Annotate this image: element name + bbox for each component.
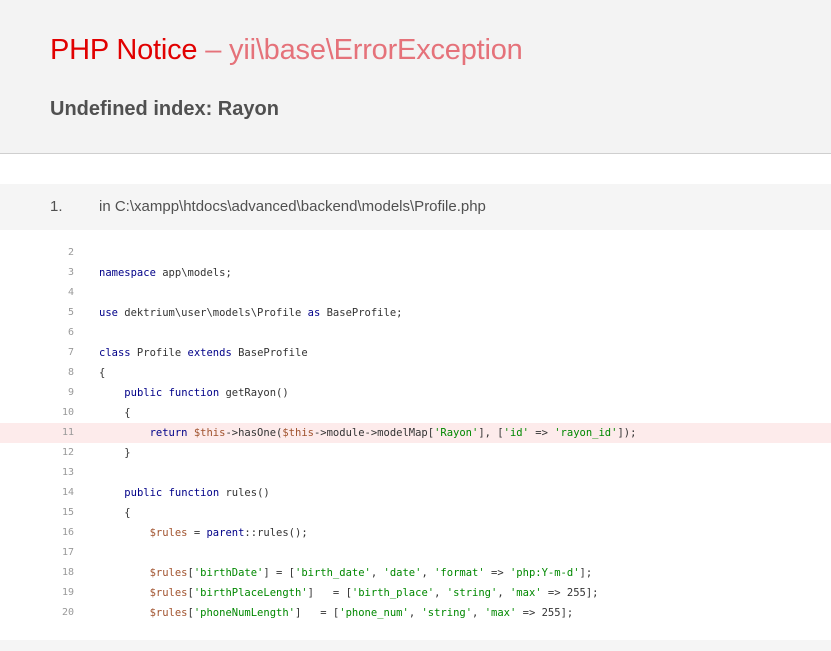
code-line: 17 [0, 543, 831, 563]
line-number: 4 [67, 287, 74, 298]
error-message: Undefined index: Rayon [50, 98, 279, 120]
code-line: 8{ [0, 363, 831, 383]
code-block: 2 3 namespace app\models; 4 5 use dektrium… [0, 243, 831, 640]
code-line: 3 namespace app\models; [0, 263, 831, 283]
code-text: class Profile extends BaseProfile [99, 347, 308, 359]
code-line: 16 $rules = parent::rules(); [0, 523, 831, 543]
notice-label: PHP Notice [50, 34, 198, 66]
title-dash: – [197, 34, 230, 66]
code-text: public function rules() [124, 487, 270, 499]
code-text: { [124, 407, 131, 419]
code-line: 19 $rules['birthPlaceLength'] = ['birth_… [0, 583, 831, 603]
line-number: 10 [61, 407, 74, 418]
code-text: $rules['birthPlaceLength'] = ['birth_pla… [149, 587, 599, 599]
code-text: public function getRayon() [124, 387, 289, 399]
line-number: 9 [67, 387, 74, 398]
error-title: PHP Notice – yii\base\ErrorException [50, 34, 523, 67]
line-number: 5 [67, 307, 74, 318]
code-line: 13 [0, 463, 831, 483]
code-line: 20 $rules['phoneNumLength'] = ['phone_nu… [0, 603, 831, 623]
code-text: $rules = parent::rules(); [149, 527, 308, 539]
line-number: 19 [61, 587, 74, 598]
call-stack-item[interactable]: 1. in C:\xampp\htdocs\advanced\backend\m… [0, 184, 831, 230]
line-number: 8 [67, 367, 74, 378]
code-line: 2 [0, 243, 831, 263]
code-line: 5 use dektrium\user\models\Profile as Bas… [0, 303, 831, 323]
code-line: 4 [0, 283, 831, 303]
item-number: 1. [50, 198, 63, 215]
code-text: return $this->hasOne($this->module->mode… [149, 427, 637, 439]
code-text: { [124, 507, 131, 519]
line-number: 12 [61, 447, 74, 458]
code-line: 10 { [0, 403, 831, 423]
line-number: 2 [67, 247, 74, 258]
line-number: 20 [61, 607, 74, 618]
code-text: } [124, 447, 131, 459]
line-number: 18 [61, 567, 74, 578]
line-number: 16 [61, 527, 74, 538]
code-line: 18 $rules['birthDate'] = ['birth_date', … [0, 563, 831, 583]
call-stack: 1. in C:\xampp\htdocs\advanced\backend\m… [0, 184, 831, 230]
line-number: 15 [61, 507, 74, 518]
code-line: 14 public function rules() [0, 483, 831, 503]
code-text: use dektrium\user\models\Profile as Base… [99, 307, 403, 319]
line-number: 11 [61, 427, 74, 438]
exception-class: yii\base\ErrorException [229, 34, 523, 66]
line-number: 13 [61, 467, 74, 478]
file-path[interactable]: in C:\xampp\htdocs\advanced\backend\mode… [99, 198, 486, 215]
code-line: 9 public function getRayon() [0, 383, 831, 403]
code-line: 6 [0, 323, 831, 343]
error-header: PHP Notice – yii\base\ErrorException Und… [0, 0, 831, 154]
next-call-stack-item [0, 640, 831, 651]
code-line: 12 } [0, 443, 831, 463]
line-number: 7 [67, 347, 74, 358]
error-code-line: 11 return $this->hasOne($this->module->m… [0, 423, 831, 443]
code-text: { [99, 367, 106, 379]
line-number: 17 [61, 547, 74, 558]
code-text: $rules['birthDate'] = ['birth_date', 'da… [149, 567, 593, 579]
line-number: 14 [61, 487, 74, 498]
line-number: 3 [67, 267, 74, 278]
code-text: namespace app\models; [99, 267, 232, 279]
code-text: $rules['phoneNumLength'] = ['phone_num',… [149, 607, 574, 619]
code-line: 7 class Profile extends BaseProfile [0, 343, 831, 363]
line-number: 6 [67, 327, 74, 338]
code-line: 15 { [0, 503, 831, 523]
